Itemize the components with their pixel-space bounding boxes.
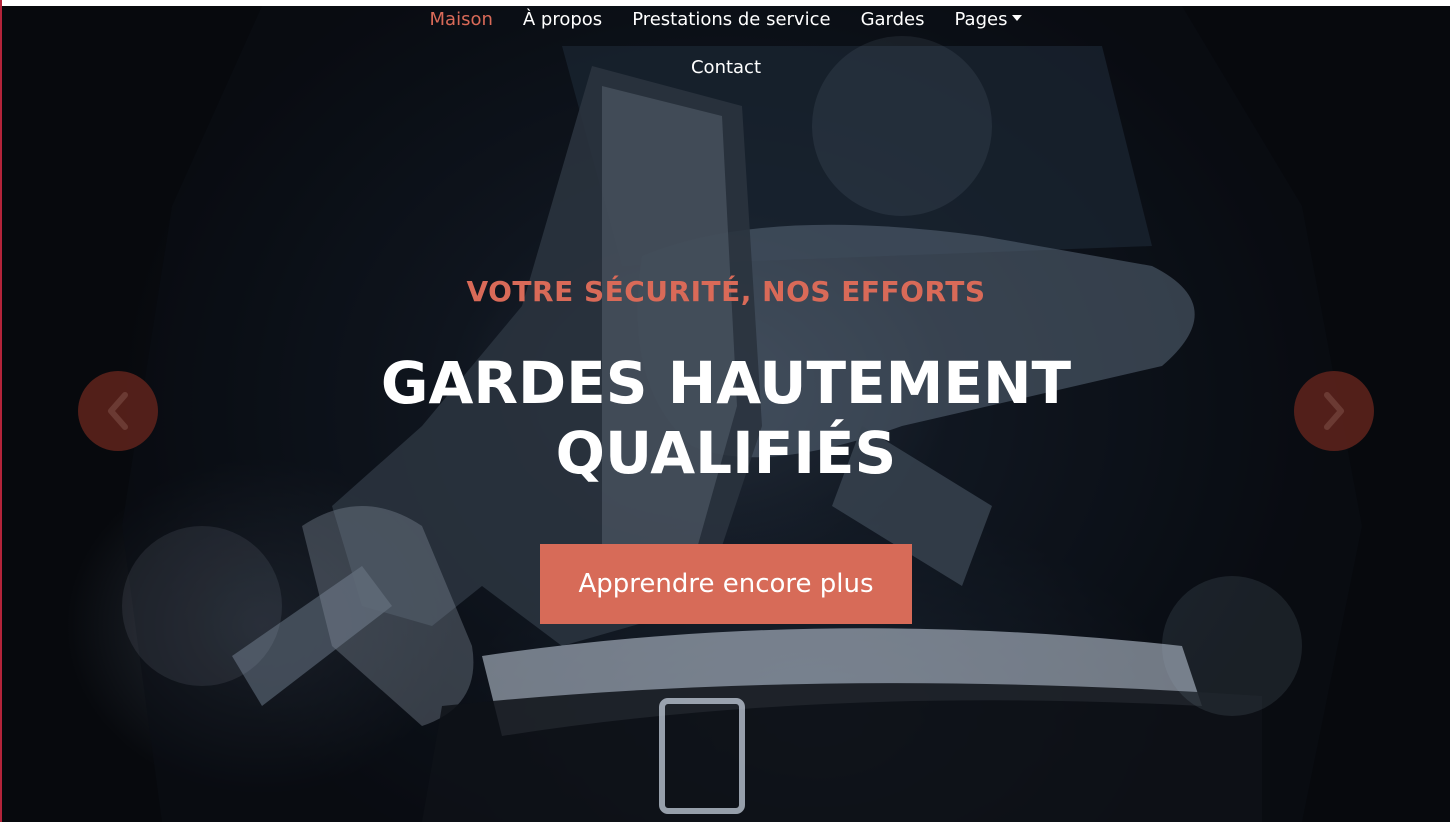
caret-down-icon: [1012, 15, 1023, 21]
main-navigation: Maison À propos Prestations de service G…: [2, 6, 1450, 106]
learn-more-button[interactable]: Apprendre encore plus: [540, 544, 912, 624]
nav-item-gardes[interactable]: Gardes: [861, 9, 925, 31]
hero-headline: GARDES HAUTEMENT QUALIFIÉS: [380, 349, 1072, 487]
nav-item-pages-dropdown[interactable]: Pages: [955, 9, 1023, 31]
hero-carousel: Maison À propos Prestations de service G…: [2, 6, 1450, 822]
hero-caption: VOTRE SÉCURITÉ, NOS EFFORTS GARDES HAUTE…: [2, 274, 1450, 624]
page-edge: [0, 0, 2, 822]
nav-item-contact[interactable]: Contact: [691, 57, 761, 79]
hero-eyebrow: VOTRE SÉCURITÉ, NOS EFFORTS: [466, 275, 986, 308]
nav-item-maison[interactable]: Maison: [430, 9, 493, 31]
nav-item-pages-label: Pages: [954, 9, 1008, 30]
nav-item-prestations[interactable]: Prestations de service: [632, 9, 830, 31]
nav-item-a-propos[interactable]: À propos: [523, 9, 602, 31]
